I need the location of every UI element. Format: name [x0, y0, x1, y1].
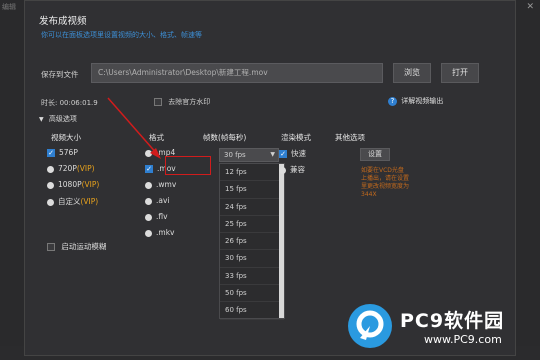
- radio-icon[interactable]: [47, 198, 54, 206]
- motion-blur-checkbox[interactable]: 启动运动模糊: [47, 241, 106, 252]
- triangle-down-icon: ▼: [39, 116, 44, 123]
- logo-mark-icon: [348, 304, 392, 348]
- checked-icon[interactable]: ✓: [145, 165, 153, 173]
- fps-option[interactable]: 60 fps: [220, 302, 284, 320]
- other-options-heading: 其他选项: [335, 133, 365, 142]
- size-label: 576P: [59, 148, 78, 157]
- dialog-subtitle: 你可以在面板选项里设置视频的大小、格式、帧速等: [41, 31, 202, 39]
- format-option-wmv[interactable]: .wmv: [145, 180, 176, 189]
- dialog-title: 发布成视频: [39, 16, 87, 27]
- size-label: 720P: [58, 164, 77, 173]
- site-logo: PC9软件园 www.PC9.com: [346, 300, 540, 356]
- open-button[interactable]: 打开: [441, 63, 479, 83]
- remove-watermark-label: 去除官方水印: [168, 98, 211, 106]
- checked-icon[interactable]: ✓: [279, 150, 287, 158]
- format-option-flv[interactable]: .flv: [145, 212, 168, 221]
- size-option-720p[interactable]: 720P(VIP): [47, 164, 95, 173]
- radio-icon[interactable]: [279, 166, 286, 174]
- render-mode-label: 快速: [291, 149, 306, 158]
- browse-button[interactable]: 浏览: [393, 63, 431, 83]
- logo-name: PC9软件园: [400, 310, 505, 332]
- radio-icon[interactable]: [145, 149, 152, 157]
- fps-option[interactable]: 24 fps: [220, 199, 284, 216]
- format-label: .wmv: [156, 180, 177, 189]
- remove-watermark-checkbox[interactable]: 去除官方水印: [154, 97, 210, 107]
- motion-blur-label: 启动运动模糊: [61, 242, 107, 251]
- render-mode-heading: 渲染模式: [281, 133, 311, 142]
- checkbox-icon[interactable]: [47, 243, 55, 251]
- fps-option[interactable]: 25 fps: [220, 216, 284, 234]
- vip-badge: (VIP): [80, 197, 99, 206]
- fps-option[interactable]: 33 fps: [220, 268, 284, 286]
- radio-icon[interactable]: [145, 213, 152, 221]
- vcd-note: 如要在VCD光盘上播出，请在设置里更改视频宽度为344X: [361, 167, 410, 198]
- save-to-file-label: 保存到文件: [41, 70, 79, 79]
- duration-text: 时长: 00:06:01.9: [41, 99, 98, 107]
- size-option-custom[interactable]: 自定义(VIP): [47, 196, 98, 207]
- settings-button[interactable]: 设置: [360, 148, 390, 161]
- fps-option[interactable]: 30 fps: [220, 250, 284, 268]
- checked-icon[interactable]: ✓: [47, 149, 55, 157]
- radio-icon[interactable]: [145, 197, 152, 205]
- fps-dropdown-list[interactable]: 12 fps 15 fps 24 fps 25 fps 26 fps 30 fp…: [219, 163, 285, 320]
- format-option-mkv[interactable]: .mkv: [145, 228, 174, 237]
- fps-option[interactable]: 12 fps: [220, 164, 284, 182]
- fps-option[interactable]: 26 fps: [220, 233, 284, 251]
- help-link-label[interactable]: 详解视频输出: [401, 97, 443, 105]
- size-option-1080p[interactable]: 1080P(VIP): [47, 180, 99, 189]
- video-size-heading: 视频大小: [51, 133, 81, 142]
- vip-badge: (VIP): [81, 180, 100, 189]
- radio-icon[interactable]: [145, 229, 152, 237]
- size-option-576p[interactable]: ✓ 576P: [47, 148, 78, 157]
- format-label: .mkv: [156, 228, 175, 237]
- vip-badge: (VIP): [76, 164, 95, 173]
- format-heading: 格式: [149, 133, 164, 142]
- format-label: .avi: [156, 196, 170, 205]
- size-label: 自定义: [58, 197, 81, 206]
- help-link[interactable]: ? 详解视频输出: [388, 96, 443, 106]
- scrollbar[interactable]: [279, 164, 284, 318]
- editor-label: 编辑: [2, 3, 16, 11]
- render-mode-fast[interactable]: ✓ 快速: [279, 148, 306, 159]
- chevron-down-icon[interactable]: ▼: [270, 149, 275, 161]
- logo-url: www.PC9.com: [424, 333, 502, 346]
- radio-icon[interactable]: [47, 181, 54, 189]
- mov-highlight-box: [165, 156, 211, 175]
- help-icon[interactable]: ?: [388, 96, 397, 106]
- format-label: .flv: [156, 212, 168, 221]
- fps-heading: 帧数(帧每秒): [203, 133, 247, 142]
- save-path-field[interactable]: C:\Users\Administrator\Desktop\新建工程.mov: [91, 63, 383, 83]
- render-mode-label: 兼容: [290, 165, 305, 174]
- radio-icon[interactable]: [47, 165, 54, 173]
- advanced-options-label[interactable]: 高级选项: [49, 115, 77, 123]
- size-label: 1080P: [58, 180, 82, 189]
- fps-select[interactable]: 30 fps ▼: [219, 148, 279, 162]
- fps-option[interactable]: 15 fps: [220, 181, 284, 199]
- render-mode-compat[interactable]: 兼容: [279, 164, 305, 175]
- close-icon[interactable]: ✕: [526, 2, 534, 12]
- fps-selected-value: 30 fps: [224, 151, 246, 159]
- checkbox-icon[interactable]: [154, 98, 162, 106]
- fps-option[interactable]: 50 fps: [220, 285, 284, 303]
- advanced-options-toggle[interactable]: ▼ 高级选项: [39, 114, 77, 124]
- format-option-avi[interactable]: .avi: [145, 196, 170, 205]
- radio-icon[interactable]: [145, 181, 152, 189]
- background-editor-left: 编辑: [0, 0, 24, 360]
